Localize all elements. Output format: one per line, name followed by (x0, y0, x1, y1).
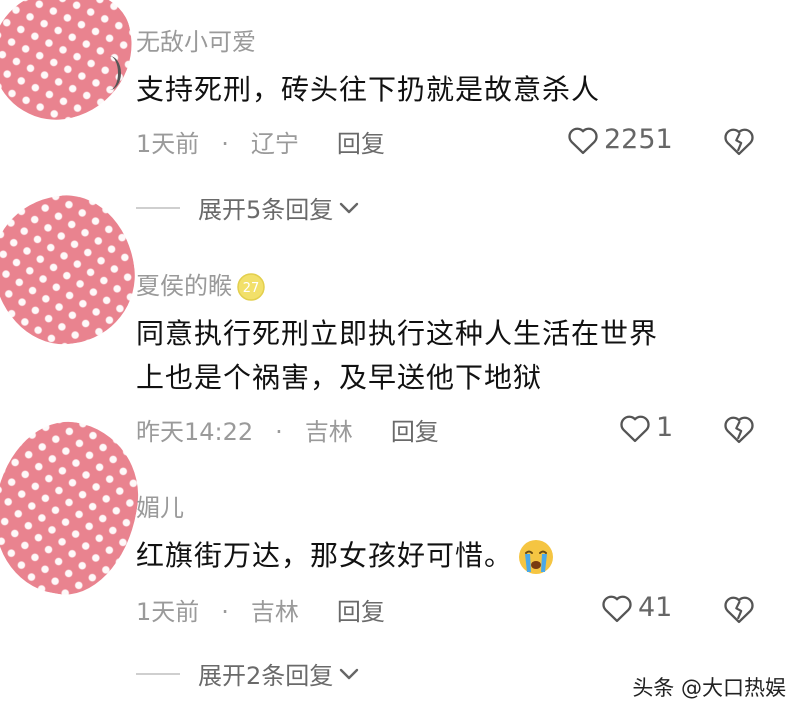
avatar[interactable] (0, 0, 148, 134)
like-button[interactable]: 41 (600, 592, 672, 623)
comment-time: 昨天14:22 (136, 418, 254, 446)
comment-text-line-2: 上也是个祸害，及早送他下地狱 (136, 361, 543, 394)
meta-separator: · (221, 598, 229, 626)
meta-separator: · (275, 418, 283, 446)
avatar[interactable] (0, 411, 150, 605)
like-count: 41 (638, 592, 673, 623)
comment-time: 1天前 (136, 130, 200, 158)
comment-meta: 昨天14:22 · 吉林 回复 (136, 412, 439, 447)
level-badge-icon: 27 (237, 273, 265, 301)
like-button[interactable]: 2251 (566, 124, 673, 155)
chevron-down-icon (340, 202, 359, 213)
watermark: 头条 @大口热娱 (632, 676, 786, 700)
comment-username[interactable]: 夏侯的睺 (136, 272, 232, 300)
comment-username[interactable]: 媚儿 (136, 488, 184, 523)
comment-time: 1天前 (136, 598, 200, 626)
reply-button[interactable]: 回复 (337, 592, 385, 627)
like-button[interactable]: 1 (618, 412, 673, 443)
comment-text-row: 红旗街万达，那女孩好可惜。 (136, 534, 555, 578)
comment-text: 红旗街万达，那女孩好可惜。 (136, 539, 514, 572)
heart-icon (620, 415, 650, 442)
crying-face-emoji (519, 540, 554, 574)
comment-meta: 1天前 · 吉林 回复 (136, 592, 385, 627)
heart-icon (568, 127, 598, 154)
chevron-down-icon (340, 668, 359, 679)
avatar[interactable] (0, 186, 144, 354)
svg-text:27: 27 (243, 281, 260, 296)
dislike-icon[interactable] (722, 126, 756, 156)
divider-line (136, 206, 180, 209)
comment-text: 同意执行死刑立即执行这种人生活在世界 (136, 317, 659, 350)
meta-separator: · (221, 130, 229, 158)
dislike-icon[interactable] (722, 594, 756, 624)
comment-location: 辽宁 (250, 130, 299, 158)
comment-text: 支持死刑，砖头往下扔就是故意杀人 (136, 73, 601, 106)
reply-button[interactable]: 回复 (391, 412, 439, 447)
expand-replies-label: 展开5条回复 (198, 196, 334, 224)
comment-location: 吉林 (304, 418, 353, 446)
dislike-icon[interactable] (722, 414, 756, 444)
divider-line (136, 672, 180, 675)
like-count: 2251 (604, 124, 673, 155)
expand-replies-label: 展开2条回复 (198, 662, 334, 690)
expand-replies-button[interactable]: 展开2条回复 (136, 656, 361, 691)
avatar-edge (98, 56, 121, 90)
comment-username[interactable]: 无敌小可爱 (136, 22, 256, 57)
like-count: 1 (656, 412, 674, 443)
reply-button[interactable]: 回复 (337, 124, 385, 159)
comment-location: 吉林 (250, 598, 299, 626)
expand-replies-button[interactable]: 展开5条回复 (136, 190, 361, 225)
comment-meta: 1天前 · 辽宁 回复 (136, 124, 385, 159)
comment-username-row: 夏侯的睺 27 (136, 266, 266, 302)
heart-icon (602, 595, 632, 622)
